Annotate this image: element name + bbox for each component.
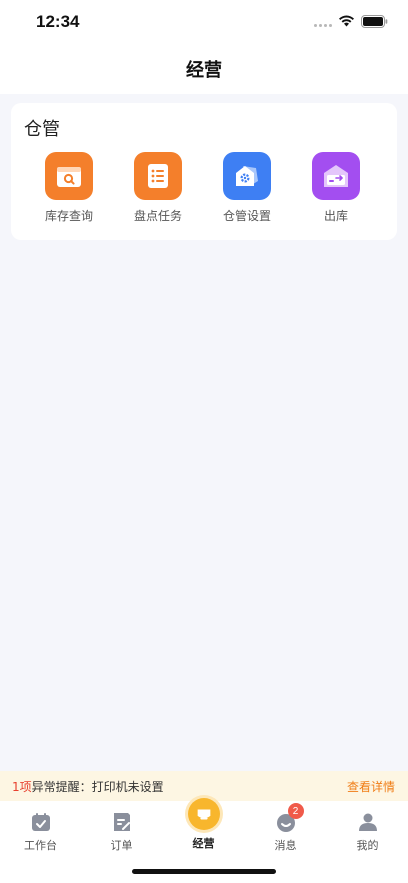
- alert-text: 异常提醒：打印机未设置: [31, 779, 164, 794]
- tab-business[interactable]: 经营: [163, 801, 244, 851]
- home-indicator: [132, 869, 276, 874]
- order-icon: [111, 811, 133, 833]
- outbound-button[interactable]: 出库: [296, 152, 376, 232]
- view-details-link[interactable]: 查看详情: [347, 778, 395, 795]
- tab-orders[interactable]: 订单: [81, 801, 162, 852]
- warehouse-settings-label: 仓管设置: [222, 209, 271, 223]
- alert-message: 1项异常提醒：打印机未设置: [12, 778, 164, 795]
- warehouse-section-title: 仓管: [24, 119, 60, 140]
- tab-workbench[interactable]: 工作台: [0, 801, 81, 852]
- exception-alert-bar: 1项异常提醒：打印机未设置 查看详情: [0, 771, 408, 801]
- warehouse-settings-icon: [223, 152, 271, 200]
- tab-business-spacer: [193, 811, 215, 831]
- battery-icon: [361, 15, 388, 28]
- wifi-icon: [339, 15, 354, 27]
- warehouse-card: 仓管 库存查询 盘点任务 仓管设置 出库: [11, 103, 397, 240]
- tab-workbench-label: 工作台: [24, 839, 57, 852]
- tab-profile-label: 我的: [356, 839, 379, 852]
- status-time: 12:34: [36, 12, 80, 31]
- inventory-search-icon: [45, 152, 93, 200]
- tab-messages[interactable]: 2 消息: [245, 801, 326, 852]
- message-badge: 2: [287, 803, 304, 819]
- stocktake-list-icon: [134, 152, 182, 200]
- page-title: 经营: [186, 60, 222, 81]
- status-bar: 12:34: [0, 0, 408, 44]
- tab-messages-label: 消息: [274, 839, 297, 852]
- signal-icon: [314, 24, 332, 27]
- stocktake-task-label: 盘点任务: [133, 209, 182, 223]
- stocktake-task-button[interactable]: 盘点任务: [118, 152, 198, 232]
- warehouse-settings-button[interactable]: 仓管设置: [207, 152, 287, 232]
- outbound-icon: [312, 152, 360, 200]
- tab-business-label: 经营: [192, 837, 215, 850]
- outbound-label: 出库: [323, 209, 348, 223]
- nav-bar: 经营: [0, 44, 408, 94]
- tab-profile[interactable]: 我的: [327, 801, 408, 852]
- inventory-search-label: 库存查询: [44, 209, 93, 223]
- tab-orders-label: 订单: [110, 839, 133, 852]
- profile-icon: [357, 811, 379, 833]
- workbench-calendar-icon: [30, 811, 52, 833]
- message-icon: 2: [275, 803, 304, 833]
- alert-count: 1项: [12, 779, 32, 794]
- inventory-search-button[interactable]: 库存查询: [29, 152, 109, 232]
